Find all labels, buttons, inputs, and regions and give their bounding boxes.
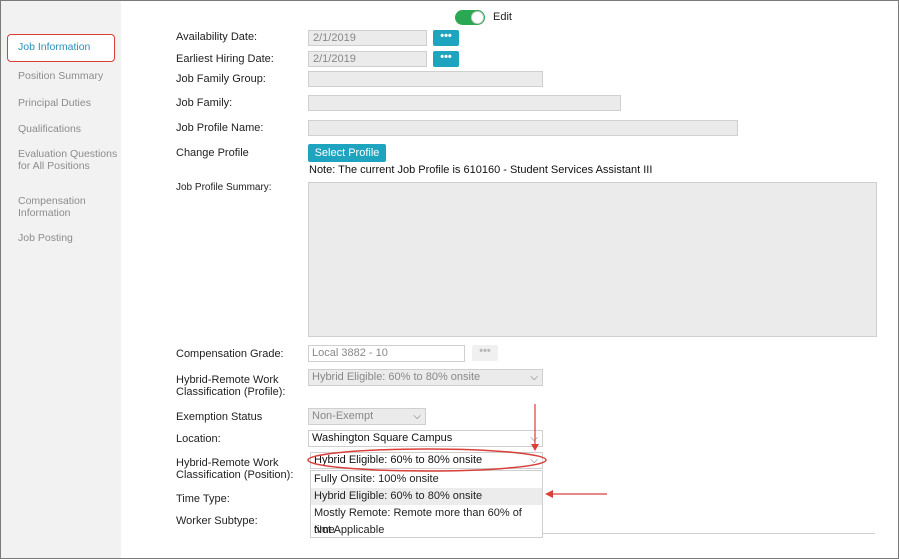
earliest-hiring-date-picker-button[interactable]: ••• [433, 51, 459, 67]
job-profile-name-field[interactable] [308, 120, 738, 136]
availability-date-picker-button[interactable]: ••• [433, 30, 459, 46]
location-label: Location: [176, 433, 221, 445]
sidebar-item-compensation-information[interactable]: Compensation Information [18, 195, 118, 219]
worker-subtype-label: Worker Subtype: [176, 515, 258, 527]
hybrid-position-label-line2: Classification (Position): [176, 469, 294, 481]
sidebar-item-qualifications[interactable]: Qualifications [18, 123, 118, 135]
sidebar: Job Information Position Summary Princip… [1, 1, 121, 558]
current-profile-note: Note: The current Job Profile is 610160 … [309, 164, 653, 176]
location-select[interactable]: Washington Square Campus ⌵ [308, 430, 543, 447]
dropdown-option-mostly-remote[interactable]: Mostly Remote: Remote more than 60% of t… [311, 505, 542, 536]
hybrid-profile-label-line1: Hybrid-Remote Work [176, 374, 279, 386]
location-value: Washington Square Campus [312, 432, 453, 444]
hybrid-position-select[interactable]: Hybrid Eligible: 60% to 80% onsite ⌵ [310, 452, 543, 469]
availability-date-field[interactable]: 2/1/2019 [308, 30, 427, 46]
job-profile-name-label: Job Profile Name: [176, 122, 264, 134]
chevron-down-icon: ⌵ [413, 411, 421, 422]
job-family-label: Job Family: [176, 97, 233, 109]
earliest-hiring-date-label: Earliest Hiring Date: [176, 53, 274, 65]
hybrid-profile-label-line2: Classification (Profile): [176, 386, 286, 398]
job-family-group-field[interactable] [308, 71, 543, 87]
sidebar-item-evaluation-questions[interactable]: Evaluation Questions for All Positions [18, 148, 118, 172]
time-type-label: Time Type: [176, 493, 230, 505]
exemption-status-label: Exemption Status [176, 411, 263, 423]
hybrid-profile-value: Hybrid Eligible: 60% to 80% onsite [312, 371, 481, 383]
sidebar-item-job-posting[interactable]: Job Posting [18, 232, 118, 244]
job-family-group-label: Job Family Group: [176, 73, 266, 85]
compensation-grade-label: Compensation Grade: [176, 348, 284, 360]
hybrid-position-label-line1: Hybrid-Remote Work [176, 457, 279, 469]
sidebar-item-principal-duties[interactable]: Principal Duties [18, 97, 118, 109]
divider [543, 533, 875, 534]
change-profile-label: Change Profile [176, 147, 249, 159]
exemption-status-select: Non-Exempt ⌵ [308, 408, 426, 425]
dropdown-option-fully-onsite[interactable]: Fully Onsite: 100% onsite [311, 471, 542, 488]
earliest-hiring-date-field[interactable]: 2/1/2019 [308, 51, 427, 67]
exemption-status-value: Non-Exempt [312, 410, 374, 422]
toggle-knob [471, 11, 484, 24]
chevron-down-icon: ⌵ [530, 433, 538, 444]
select-profile-button[interactable]: Select Profile [308, 144, 386, 162]
dropdown-option-hybrid-eligible[interactable]: Hybrid Eligible: 60% to 80% onsite [311, 488, 542, 505]
sidebar-item-position-summary[interactable]: Position Summary [18, 70, 118, 82]
chevron-down-icon: ⌵ [530, 455, 538, 466]
job-profile-summary-textarea[interactable] [308, 182, 877, 337]
compensation-grade-lookup-button: ••• [472, 345, 498, 361]
dropdown-option-not-applicable[interactable]: Not Applicable [311, 522, 542, 539]
compensation-grade-field[interactable]: Local 3882 - 10 [308, 345, 465, 362]
availability-date-label: Availability Date: [176, 31, 258, 43]
sidebar-item-job-information[interactable]: Job Information [7, 34, 115, 62]
edit-toggle[interactable] [455, 10, 485, 25]
job-family-field[interactable] [308, 95, 621, 111]
hybrid-profile-select: Hybrid Eligible: 60% to 80% onsite ⌵ [308, 369, 543, 386]
hybrid-position-value: Hybrid Eligible: 60% to 80% onsite [314, 454, 483, 466]
edit-label: Edit [493, 11, 512, 23]
hybrid-position-dropdown: Fully Onsite: 100% onsite Hybrid Eligibl… [310, 470, 543, 538]
chevron-down-icon: ⌵ [530, 372, 538, 383]
job-profile-summary-label: Job Profile Summary: [176, 182, 272, 193]
